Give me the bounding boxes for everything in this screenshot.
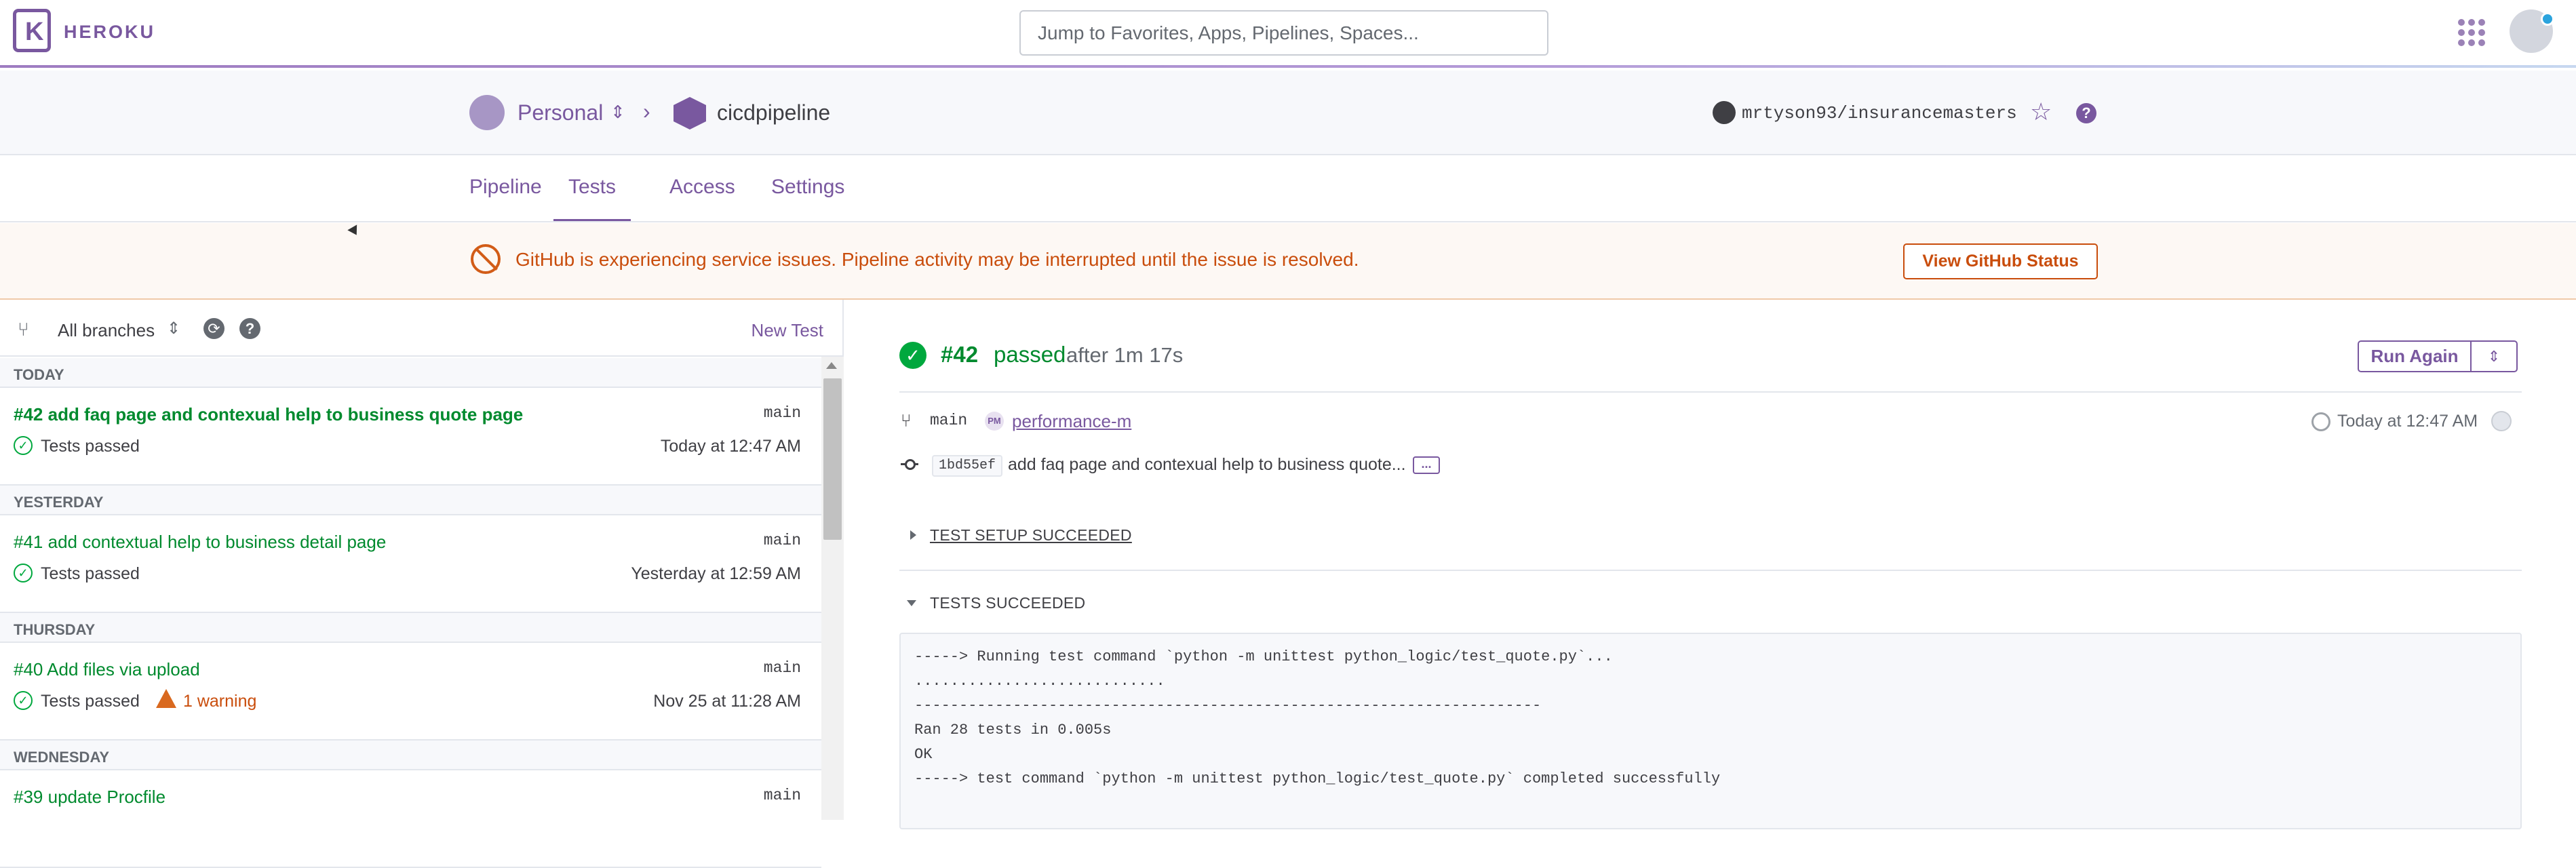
user-avatar-icon[interactable] (2510, 9, 2554, 53)
github-icon (1713, 101, 1736, 124)
divider (899, 391, 2522, 393)
test-output-console: -----> Running test command `python -m u… (899, 633, 2522, 829)
check-circle-icon: ✓ (14, 436, 33, 455)
view-github-status-button[interactable]: View GitHub Status (1903, 243, 2098, 279)
app-link[interactable]: performance-m (1012, 411, 1131, 432)
check-circle-icon: ✓ (14, 691, 33, 710)
run-branch: main (763, 787, 801, 804)
day-header: WEDNESDAY (0, 741, 821, 770)
run-title[interactable]: #41 add contextual help to business deta… (14, 532, 386, 553)
heroku-logo[interactable]: K (13, 9, 51, 52)
banner-message: GitHub is experiencing service issues. P… (515, 249, 1359, 270)
branch-icon: ⑂ (18, 319, 29, 340)
run-duration: after 1m 17s (1066, 343, 1184, 367)
warning-icon (156, 689, 176, 708)
tab-access[interactable]: Access (669, 176, 735, 221)
day-header: THURSDAY (0, 613, 821, 643)
commit-sha[interactable]: 1bd55ef (932, 455, 1003, 477)
caret-down-icon[interactable] (907, 600, 916, 606)
run-number: #42 (941, 342, 979, 367)
run-again-menu-button[interactable]: ⇕ (2470, 340, 2518, 372)
divider (899, 570, 2522, 571)
branch-filter[interactable]: All branches (58, 320, 155, 341)
test-run-item[interactable]: #40 Add files via upload main ✓ Tests pa… (0, 643, 821, 741)
run-time: Nov 25 at 11:28 AM (653, 692, 801, 711)
github-outage-icon (471, 244, 501, 274)
user-avatar-icon[interactable] (2491, 411, 2512, 431)
github-repo-link[interactable]: mrtyson93/insurancemasters (1742, 103, 2017, 123)
tab-pipeline[interactable]: Pipeline (469, 176, 542, 221)
run-title[interactable]: #40 Add files via upload (14, 659, 200, 680)
pipeline-tabs: Pipeline Tests Access Settings (0, 155, 2576, 222)
test-run-item[interactable]: #39 update Procfile main (0, 770, 821, 868)
run-title[interactable]: #42 add faq page and contexual help to b… (14, 404, 523, 425)
logo-letter: K (25, 18, 44, 46)
scroll-up-arrow-icon[interactable] (826, 362, 837, 369)
commit-icon (901, 456, 918, 473)
check-circle-icon: ✓ (14, 564, 33, 583)
run-branch: main (930, 412, 968, 429)
context-bar (0, 71, 2576, 155)
test-list-header: ⑂ All branches ⇕ ⟳ ? New Test (0, 300, 844, 357)
run-warning[interactable]: 1 warning (183, 692, 256, 711)
updown-chevron-icon[interactable]: ⇕ (167, 319, 180, 338)
run-again-button[interactable]: Run Again (2358, 340, 2472, 372)
run-branch: main (763, 659, 801, 677)
chevron-right-icon: › (643, 99, 650, 123)
new-test-button[interactable]: New Test (752, 320, 823, 341)
day-header: TODAY (0, 358, 821, 388)
test-run-item[interactable]: #42 add faq page and contexual help to b… (0, 388, 821, 486)
test-run-detail: ✓ #42 passed after 1m 17s Run Again ⇕ ⑂ … (845, 300, 2576, 829)
brand-name[interactable]: HEROKU (64, 22, 155, 43)
day-header: YESTERDAY (0, 486, 821, 515)
tab-tests[interactable]: Tests (553, 176, 631, 221)
tab-settings[interactable]: Settings (771, 176, 844, 221)
app-badge: PM (985, 412, 1004, 431)
test-setup-section-toggle[interactable]: TEST SETUP SUCCEEDED (930, 526, 1132, 545)
test-runs-panel: ⑂ All branches ⇕ ⟳ ? New Test TODAY #42 … (0, 300, 844, 868)
scrollbar-thumb[interactable] (823, 378, 842, 540)
run-status: Tests passed (41, 692, 140, 711)
help-icon[interactable]: ? (2076, 103, 2096, 123)
team-switcher[interactable]: Personal (518, 100, 603, 125)
run-time: Yesterday at 12:59 AM (631, 564, 801, 583)
help-icon[interactable]: ? (239, 318, 260, 339)
pipeline-name[interactable]: cicdpipeline (717, 100, 830, 125)
run-time: Today at 12:47 AM (660, 437, 801, 456)
apps-grid-icon[interactable] (2458, 19, 2485, 46)
caret-right-icon[interactable] (910, 530, 916, 540)
run-branch: main (763, 404, 801, 422)
top-navigation: K HEROKU (0, 0, 2576, 68)
tests-section-toggle[interactable]: TESTS SUCCEEDED (930, 594, 1085, 612)
run-branch: main (763, 532, 801, 549)
clock-icon (2311, 412, 2330, 431)
team-avatar-icon[interactable] (469, 95, 505, 130)
refresh-icon[interactable]: ⟳ (203, 318, 225, 339)
search-input[interactable] (1019, 10, 1548, 56)
run-status: Tests passed (41, 437, 140, 456)
run-status: passed (994, 342, 1066, 367)
expand-commit-button[interactable]: ... (1413, 456, 1440, 474)
run-status: Tests passed (41, 564, 140, 583)
run-title[interactable]: #39 update Procfile (14, 787, 165, 808)
check-circle-icon: ✓ (899, 342, 926, 369)
branch-icon: ⑂ (901, 410, 912, 431)
commit-message: add faq page and contexual help to busin… (1008, 455, 1406, 474)
updown-chevron-icon[interactable]: ⇕ (610, 102, 625, 123)
star-icon[interactable]: ☆ (2030, 98, 2052, 126)
run-time: Today at 12:47 AM (2337, 412, 2478, 431)
test-run-item[interactable]: #41 add contextual help to business deta… (0, 515, 821, 613)
